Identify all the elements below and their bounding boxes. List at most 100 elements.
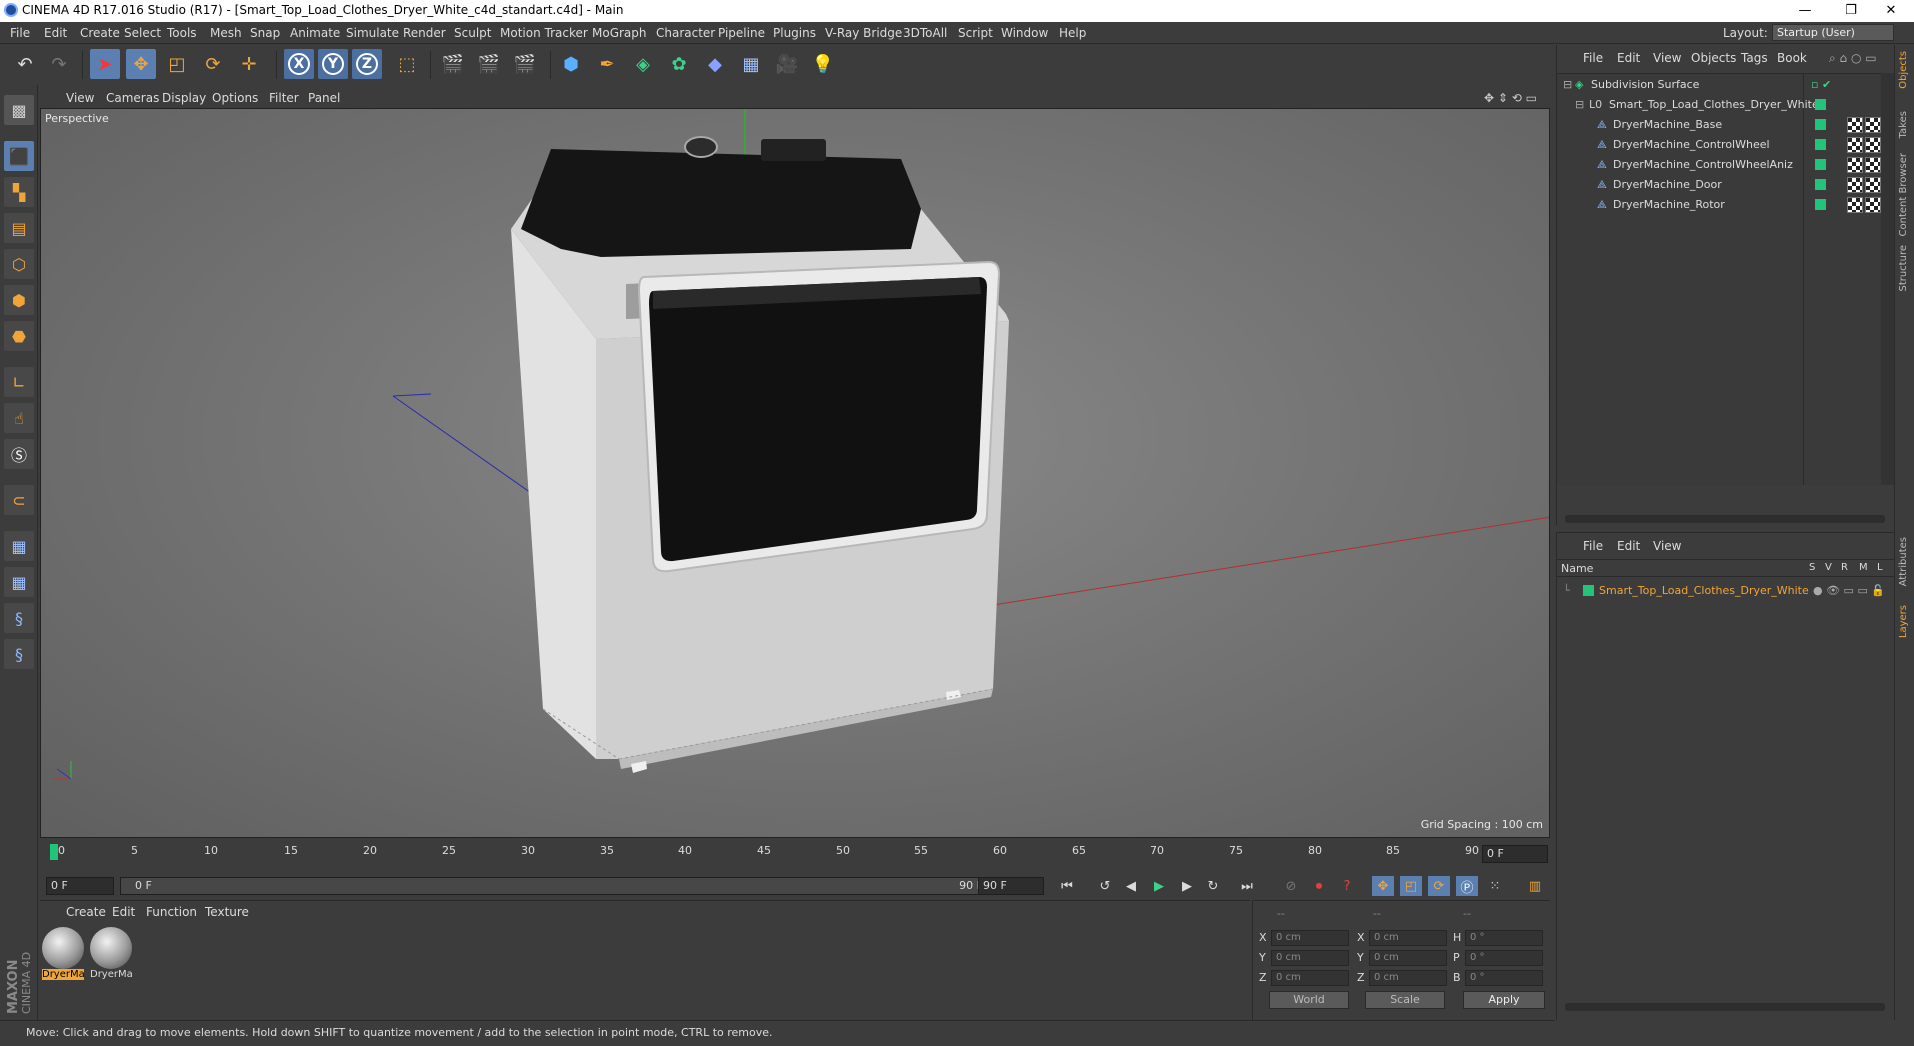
- material-tag-icon[interactable]: [1847, 177, 1863, 193]
- render-settings-icon[interactable]: 🎬: [510, 49, 540, 79]
- deformer-icon[interactable]: ◆: [700, 49, 730, 79]
- position-y-field[interactable]: 0 cm: [1271, 950, 1349, 966]
- previous-frame-icon[interactable]: ◀: [1120, 876, 1142, 896]
- menu-file[interactable]: File: [10, 26, 30, 40]
- x-axis-toggle[interactable]: X: [284, 49, 314, 79]
- go-to-end-icon[interactable]: ⏭: [1236, 876, 1258, 896]
- texture-mode-icon[interactable]: ▚: [4, 177, 34, 207]
- locked-workplane-icon[interactable]: ▦: [4, 531, 34, 561]
- z-axis-toggle[interactable]: Z: [352, 49, 382, 79]
- object-row-control-wheel[interactable]: ⟁ DryerMachine_ControlWheel: [1561, 135, 1881, 155]
- end-frame-field[interactable]: 90 F: [978, 877, 1044, 895]
- solo-mode-icon[interactable]: Ⓢ: [4, 439, 34, 469]
- next-keyframe-icon[interactable]: ↻: [1202, 876, 1224, 896]
- camera-icon[interactable]: 🎥: [772, 49, 802, 79]
- object-menu-edit[interactable]: Edit: [1617, 51, 1640, 65]
- tab-objects[interactable]: Objects: [1898, 51, 1909, 89]
- texture-tag-icon[interactable]: [1865, 157, 1881, 173]
- object-row-control-wheel-aniz[interactable]: ⟁ DryerMachine_ControlWheelAniz: [1561, 155, 1881, 175]
- menu-vray-bridge[interactable]: V-Ray Bridge: [825, 26, 902, 40]
- axis-mode-icon[interactable]: ∟: [4, 367, 34, 397]
- menu-window[interactable]: Window: [1001, 26, 1048, 40]
- object-row-dryer-root[interactable]: ⊟ L0 Smart_Top_Load_Clothes_Dryer_White: [1561, 95, 1881, 115]
- layer-toggles-icon[interactable]: ● 👁 ▭ ▭ 🔓: [1813, 584, 1885, 597]
- menu-mograph[interactable]: MoGraph: [592, 26, 647, 40]
- current-frame-field[interactable]: 0 F: [1482, 845, 1548, 863]
- edges-mode-icon[interactable]: ⬢: [4, 285, 34, 315]
- menu-script[interactable]: Script: [958, 26, 993, 40]
- light-icon[interactable]: 💡: [808, 49, 838, 79]
- close-button[interactable]: ✕: [1868, 0, 1914, 22]
- layer-menu-edit[interactable]: Edit: [1617, 539, 1640, 553]
- menu-sculpt[interactable]: Sculpt: [454, 26, 491, 40]
- tab-takes[interactable]: Takes: [1898, 111, 1909, 138]
- polygons-mode-icon[interactable]: ⬣: [4, 321, 34, 351]
- menu-render[interactable]: Render: [403, 26, 446, 40]
- frame-range-slider[interactable]: 0 F 90 F: [120, 877, 998, 895]
- subdivision-surface-icon[interactable]: ◈: [628, 49, 658, 79]
- render-view-icon[interactable]: 🎬: [438, 49, 468, 79]
- menu-mesh[interactable]: Mesh: [210, 26, 242, 40]
- layer-color-tag[interactable]: [1815, 199, 1826, 210]
- material-menu-create[interactable]: Create: [66, 905, 106, 919]
- material-tag-icon[interactable]: [1847, 157, 1863, 173]
- coordinate-mode-select[interactable]: Scale: [1365, 991, 1445, 1009]
- python-console-icon[interactable]: §: [4, 639, 34, 669]
- layer-row[interactable]: └ Smart_Top_Load_Clothes_Dryer_White ● 👁…: [1561, 581, 1885, 601]
- live-selection-icon[interactable]: ➤: [90, 49, 120, 79]
- object-row-subdivision-surface[interactable]: ⊟ ◈ Subdivision Surface ▫ ✔: [1561, 75, 1881, 95]
- tab-attributes[interactable]: Attributes: [1898, 537, 1909, 586]
- model-mode-icon[interactable]: ⬛: [4, 141, 34, 171]
- object-menu-objects[interactable]: Objects: [1691, 51, 1736, 65]
- object-row-dryer-rotor[interactable]: ⟁ DryerMachine_Rotor: [1561, 195, 1881, 215]
- planar-workplane-icon[interactable]: ▦: [4, 567, 34, 597]
- size-y-field[interactable]: 0 cm: [1369, 950, 1447, 966]
- timeline-window-icon[interactable]: ▥: [1524, 876, 1546, 896]
- key-position-icon[interactable]: ✥: [1372, 876, 1394, 896]
- make-editable-icon[interactable]: ▩: [4, 95, 34, 125]
- size-x-field[interactable]: 0 cm: [1369, 930, 1447, 946]
- position-x-field[interactable]: 0 cm: [1271, 930, 1349, 946]
- material-menu-texture[interactable]: Texture: [205, 905, 249, 919]
- object-menu-tags[interactable]: Tags: [1741, 51, 1768, 65]
- rotation-b-field[interactable]: 0 °: [1465, 970, 1543, 986]
- play-icon[interactable]: ▶: [1148, 876, 1170, 896]
- menu-select[interactable]: Select: [124, 26, 161, 40]
- viewport-menu-cameras[interactable]: Cameras: [106, 91, 159, 105]
- material-swatch[interactable]: DryerMa: [42, 927, 84, 983]
- next-frame-icon[interactable]: ▶: [1176, 876, 1198, 896]
- key-rotation-icon[interactable]: ⟳: [1428, 876, 1450, 896]
- menu-simulate[interactable]: Simulate: [346, 26, 399, 40]
- go-to-start-icon[interactable]: ⏮: [1056, 876, 1078, 896]
- layer-color-swatch[interactable]: [1583, 585, 1594, 596]
- tab-content-browser[interactable]: Content Browser: [1898, 153, 1909, 236]
- previous-keyframe-icon[interactable]: ↺: [1094, 876, 1116, 896]
- object-menu-file[interactable]: File: [1583, 51, 1603, 65]
- render-picture-viewer-icon[interactable]: 🎬: [474, 49, 504, 79]
- coordinate-space-select[interactable]: World: [1269, 991, 1349, 1009]
- layer-color-tag[interactable]: [1815, 99, 1826, 110]
- material-tag-icon[interactable]: [1847, 197, 1863, 213]
- tab-layers[interactable]: Layers: [1898, 605, 1909, 638]
- timeline-ruler[interactable]: 0 5 10 15 20 25 30 35 40 45 50 55 60 65 …: [40, 840, 1550, 874]
- texture-tag-icon[interactable]: [1865, 137, 1881, 153]
- menu-create[interactable]: Create: [80, 26, 120, 40]
- material-tag-icon[interactable]: [1847, 117, 1863, 133]
- pen-spline-icon[interactable]: ✒: [592, 49, 622, 79]
- object-menu-view[interactable]: View: [1653, 51, 1681, 65]
- material-swatch[interactable]: DryerMa: [90, 927, 132, 983]
- object-menu-book[interactable]: Book: [1777, 51, 1807, 65]
- keyframe-selection-icon[interactable]: ?: [1336, 876, 1358, 896]
- y-axis-toggle[interactable]: Y: [318, 49, 348, 79]
- rotate-tool-icon[interactable]: ⟳: [198, 49, 228, 79]
- menu-tools[interactable]: Tools: [167, 26, 197, 40]
- key-parameter-icon[interactable]: Ⓟ: [1456, 876, 1478, 896]
- snap-icon[interactable]: ⊂: [4, 485, 34, 515]
- floor-icon[interactable]: ▦: [736, 49, 766, 79]
- python-script-icon[interactable]: §: [4, 603, 34, 633]
- start-frame-field[interactable]: 0 F: [46, 877, 114, 895]
- layer-horizontal-scrollbar[interactable]: [1565, 1003, 1885, 1011]
- object-row-dryer-base[interactable]: ⟁ DryerMachine_Base: [1561, 115, 1881, 135]
- minimize-button[interactable]: —: [1782, 0, 1828, 22]
- 3d-viewport[interactable]: Perspective Grid Spacing : 100 cm: [40, 108, 1550, 838]
